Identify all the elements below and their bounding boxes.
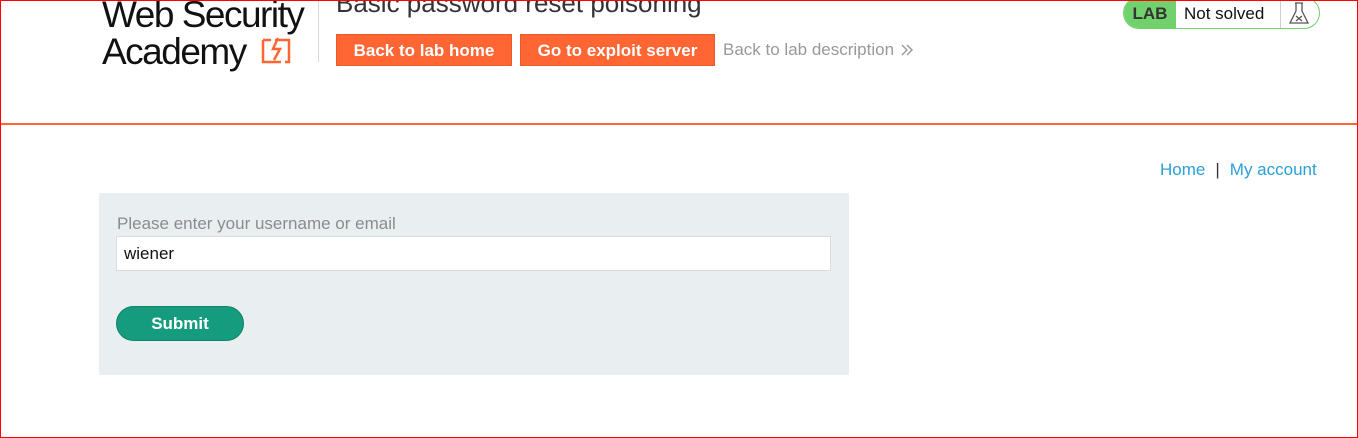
forgot-password-form: Please enter your username or email Subm…: [99, 193, 849, 375]
submit-button[interactable]: Submit: [116, 306, 244, 341]
top-navigation: Home | My account: [1160, 160, 1317, 180]
my-account-link[interactable]: My account: [1230, 160, 1317, 180]
home-link[interactable]: Home: [1160, 160, 1205, 180]
lab-status-text: Not solved: [1184, 4, 1265, 23]
go-to-exploit-server-button[interactable]: Go to exploit server: [520, 34, 715, 66]
logo-text-line2: Academy: [102, 31, 247, 72]
header-divider: [318, 0, 319, 62]
back-to-lab-description-link[interactable]: Back to lab description: [723, 40, 914, 60]
lab-badge: LAB: [1124, 0, 1176, 28]
logo-mark-icon: [261, 37, 291, 64]
lab-status-divider: [1280, 0, 1281, 28]
back-to-lab-description-label: Back to lab description: [723, 40, 895, 59]
username-email-input[interactable]: [116, 236, 831, 271]
web-security-academy-logo[interactable]: Web Security Academy: [102, 0, 317, 72]
back-to-lab-home-button[interactable]: Back to lab home: [336, 34, 512, 66]
double-chevron-right-icon: [901, 44, 914, 56]
logo-text-line1: Web Security: [102, 0, 305, 35]
lab-status-widget: LAB Not solved: [1123, 0, 1320, 29]
nav-separator: |: [1215, 160, 1220, 179]
site-header: Web Security Academy Basic password rese…: [0, 0, 1358, 125]
username-email-label: Please enter your username or email: [117, 214, 396, 233]
lab-title: Basic password reset poisoning: [336, 0, 702, 18]
flask-icon: [1288, 2, 1310, 24]
